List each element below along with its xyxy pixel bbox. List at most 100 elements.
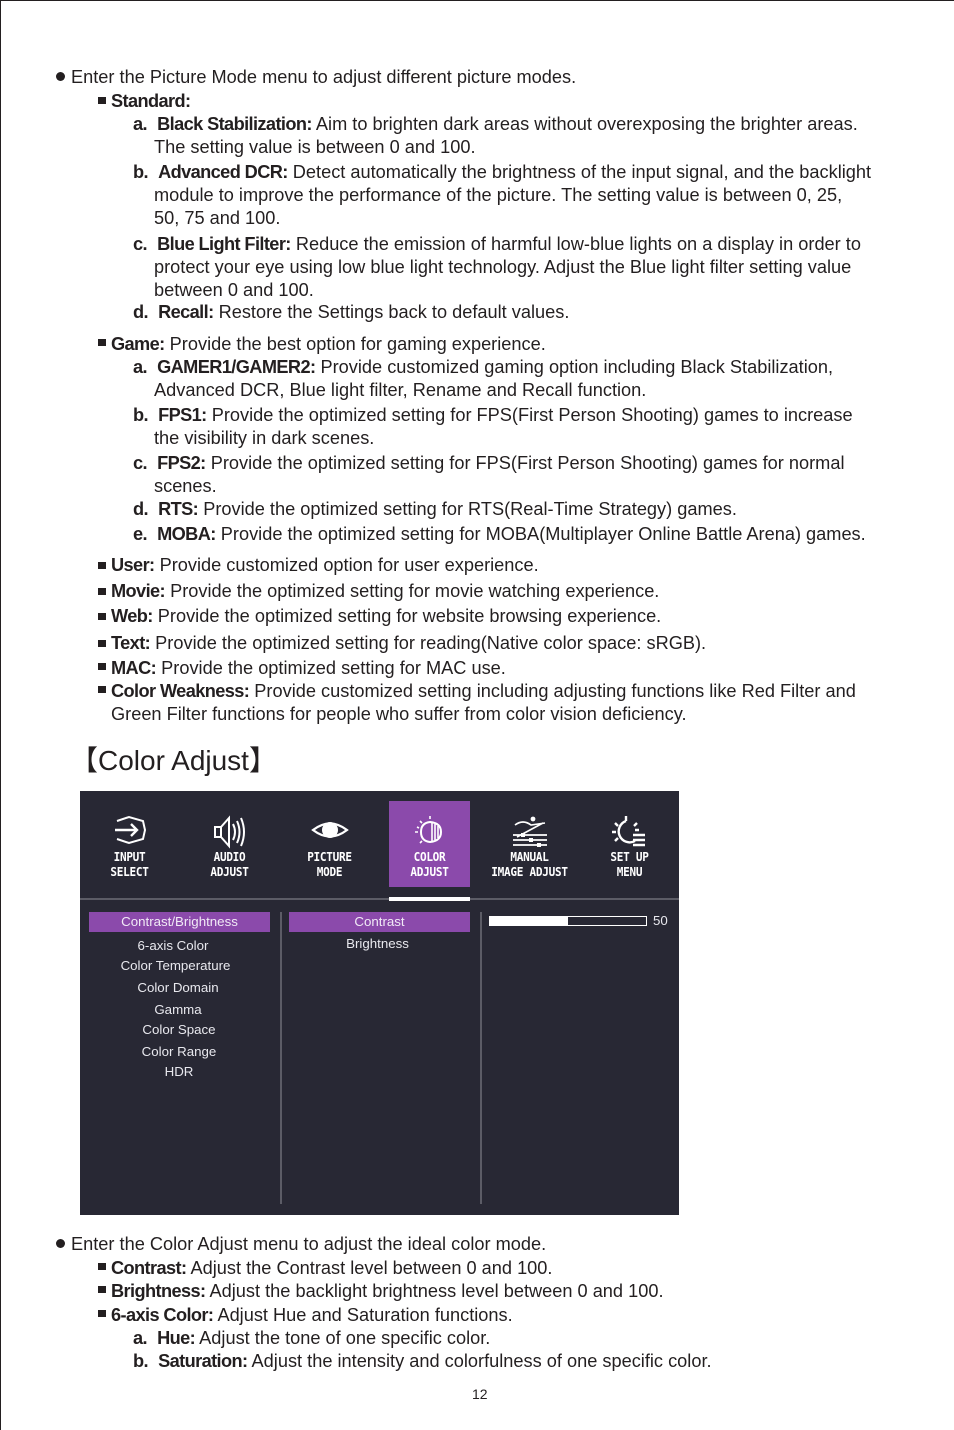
tab-label-line2: SELECT [110, 865, 149, 879]
eye-icon [310, 822, 349, 838]
bullet-square [98, 1310, 106, 1317]
menu-item-color-range[interactable]: Color Range [89, 1044, 269, 1060]
standard-item-a-line2: The setting value is between 0 and 100. [154, 137, 476, 157]
color-item-contrast: Contrast: Adjust the Contrast level betw… [111, 1257, 552, 1279]
bullet-square [98, 686, 106, 693]
game-item-c-line2: scenes. [154, 476, 217, 496]
tab-label-line1: INPUT [113, 850, 146, 864]
bullet-dot [56, 72, 65, 81]
tab-input-select[interactable]: INPUT SELECT [89, 801, 170, 887]
item-desc: Aim to brighten dark areas without overe… [315, 114, 858, 134]
tab-label-line2: IMAGE ADJUST [491, 865, 568, 879]
game-item-b: b. FPS1: Provide the optimized setting f… [133, 404, 853, 426]
item-desc: Provide the optimized setting for FPS(Fi… [210, 453, 845, 473]
tab-audio-adjust[interactable]: AUDIO ADJUST [189, 801, 270, 887]
tab-label-line2: ADJUST [410, 865, 449, 879]
submenu-item-contrast[interactable]: Contrast [289, 912, 470, 932]
column-divider [280, 912, 282, 1204]
slider-fill [490, 917, 568, 925]
tab-manual-image-adjust[interactable]: MANUAL IMAGE ADJUST [489, 801, 570, 887]
mode-term: Web: [111, 606, 153, 626]
menu-item-color-temperature[interactable]: Color Temperature [89, 958, 262, 974]
tab-color-adjust[interactable]: COLOR ADJUST [389, 801, 470, 887]
tab-label-line1: MANUAL [510, 850, 549, 864]
item-desc: Restore the Settings back to default val… [218, 302, 570, 322]
standard-heading: Standard: [111, 90, 191, 112]
game-label: Game: [111, 334, 165, 354]
item-desc: Detect automatically the brightness of t… [292, 162, 872, 182]
tab-label-line2: MODE [316, 865, 343, 879]
game-item-b-line2: the visibility in dark scenes. [154, 428, 375, 448]
item-desc: Provide the optimized setting for MOBA(M… [220, 524, 866, 544]
item-letter: d. [133, 302, 149, 322]
standard-item-a: a. Black Stabilization: Aim to brighten … [133, 113, 858, 135]
tab-label-line2: MENU [616, 865, 643, 879]
menu-item-color-space[interactable]: Color Space [89, 1022, 269, 1038]
page-number: 12 [472, 1386, 488, 1402]
mode-web: Web: Provide the optimized setting for w… [111, 605, 661, 627]
bullet-square [98, 663, 106, 670]
tab-picture-mode[interactable]: PICTURE MODE [289, 801, 370, 887]
bullet-square [98, 562, 106, 569]
tab-label-line1: PICTURE [307, 850, 352, 864]
contrast-slider[interactable] [489, 916, 647, 926]
submenu-item-brightness[interactable]: Brightness [289, 936, 466, 952]
column-divider [480, 912, 482, 1204]
game-item-a: a. GAMER1/GAMER2: Provide customized gam… [133, 356, 833, 378]
item-term: Hue: [157, 1328, 196, 1348]
standard-item-b-line3: 50, 75 and 100. [154, 208, 281, 228]
mode-desc: Provide the optimized setting for movie … [170, 581, 660, 601]
color-sub-item-hue: a. Hue: Adjust the tone of one specific … [133, 1327, 490, 1349]
mode-term: Color Weakness: [111, 681, 250, 701]
menu-item-6-axis-color[interactable]: 6-axis Color [89, 938, 257, 954]
mode-desc: Provide the optimized setting for MAC us… [161, 658, 506, 678]
tab-label-line2: ADJUST [210, 865, 249, 879]
active-tab-indicator [389, 897, 470, 901]
color-sub-item-saturation: b. Saturation: Adjust the intensity and … [133, 1350, 712, 1372]
item-letter: b. [133, 405, 149, 425]
item-letter: c. [133, 453, 148, 473]
osd-tab-bar: INPUT SELECT AUDIO ADJUST PICTURE MODE COLO… [80, 791, 679, 899]
picture-mode-intro: Enter the Picture Mode menu to adjust di… [71, 67, 577, 87]
game-item-d: d. RTS: Provide the optimized setting fo… [133, 498, 737, 520]
item-letter: a. [133, 357, 148, 377]
mode-color-weakness-line2: Green Filter functions for people who su… [111, 704, 687, 724]
mode-desc: Provide customized setting including adj… [254, 681, 856, 701]
item-desc: Adjust the tone of one specific color. [199, 1328, 491, 1348]
tab-label-line1: SET UP [610, 850, 649, 864]
item-desc: Provide the optimized setting for FPS(Fi… [211, 405, 853, 425]
mode-user: User: Provide customized option for user… [111, 554, 539, 576]
item-term: GAMER1/GAMER2: [157, 357, 316, 377]
standard-label: Standard: [111, 91, 191, 111]
item-desc: Adjust Hue and Saturation functions. [217, 1305, 513, 1325]
item-letter: a. [133, 1328, 148, 1348]
bullet-square [98, 640, 106, 647]
menu-item-gamma[interactable]: Gamma [89, 1002, 267, 1018]
mode-term: Movie: [111, 581, 166, 601]
item-term: FPS1: [158, 405, 207, 425]
tab-label-line1: AUDIO [213, 850, 246, 864]
menu-item-contrast-brightness[interactable]: Contrast/Brightness [89, 912, 270, 932]
gear-menu-icon [611, 816, 645, 847]
item-desc: Adjust the Contrast level between 0 and … [190, 1258, 553, 1278]
item-letter: d. [133, 499, 149, 519]
image-adjust-icon [512, 816, 547, 847]
item-desc: Provide the optimized setting for RTS(Re… [203, 499, 737, 519]
standard-item-c-line3: between 0 and 100. [154, 280, 314, 300]
tab-divider [80, 898, 679, 900]
menu-item-color-domain[interactable]: Color Domain [89, 980, 267, 996]
mode-desc: Provide the optimized setting for websit… [157, 606, 662, 626]
item-term: FPS2: [157, 453, 206, 473]
menu-item-hdr[interactable]: HDR [89, 1064, 269, 1080]
color-item-brightness: Brightness: Adjust the backlight brightn… [111, 1280, 664, 1302]
item-letter: b. [133, 1351, 149, 1371]
mode-desc: Provide customized option for user exper… [159, 555, 539, 575]
game-heading: Game: Provide the best option for gaming… [111, 333, 546, 355]
item-letter: b. [133, 162, 149, 182]
mode-text: Text: Provide the optimized setting for … [111, 632, 706, 654]
section-title: 【Color Adjust】 [70, 745, 277, 776]
mode-movie: Movie: Provide the optimized setting for… [111, 580, 659, 602]
tab-setup-menu[interactable]: SET UP MENU [589, 801, 670, 887]
bullet-square [98, 97, 106, 104]
item-letter: c. [133, 234, 148, 254]
